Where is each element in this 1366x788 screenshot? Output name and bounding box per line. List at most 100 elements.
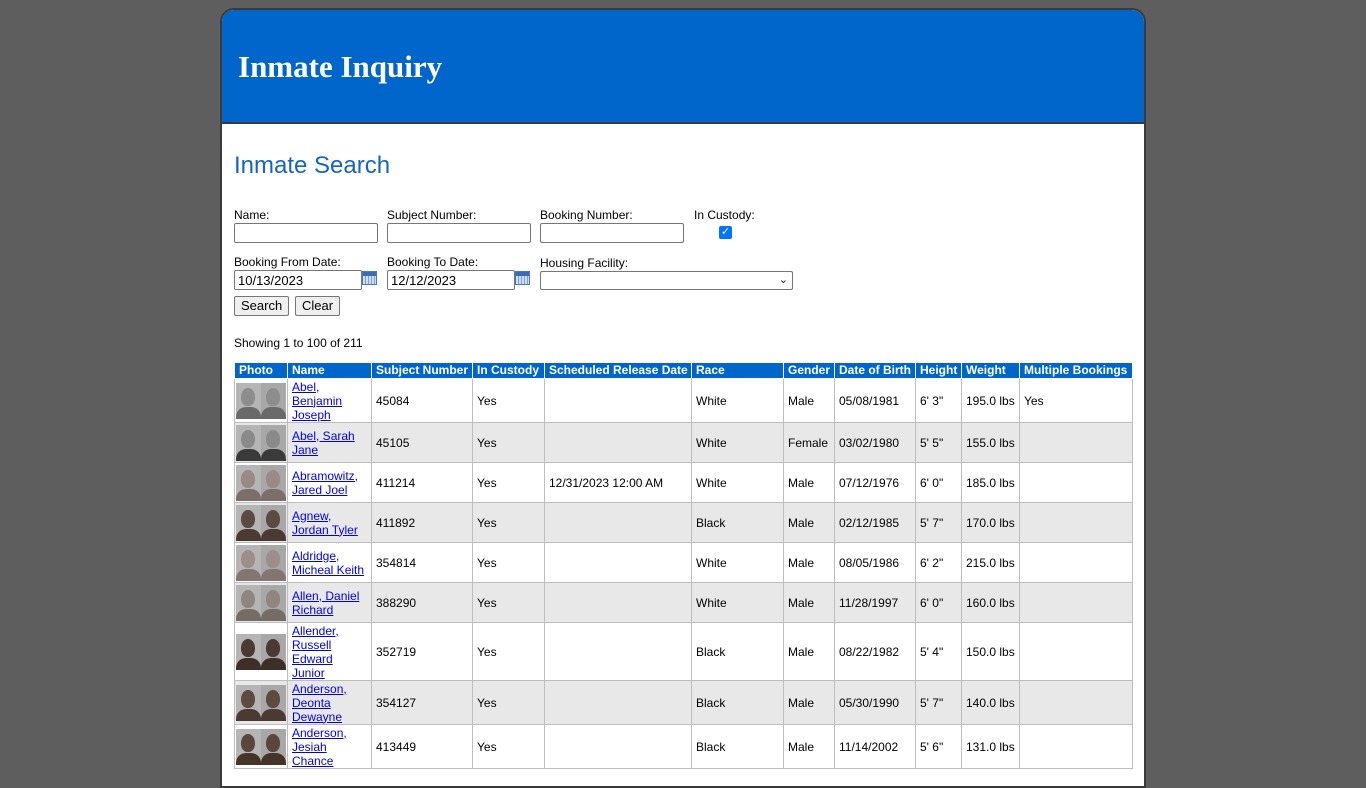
in-custody-cell: Yes — [472, 622, 545, 681]
mugshot-front — [236, 544, 261, 581]
photo-cell — [234, 422, 288, 463]
booking-from-calendar-icon[interactable] — [362, 271, 377, 285]
multiple-bookings-cell — [1019, 422, 1133, 463]
inmate-name-link[interactable]: Abramowitz, Jared Joel — [292, 469, 358, 497]
housing-facility-select[interactable]: ⌄ — [540, 271, 793, 290]
in-custody-cell: Yes — [472, 502, 545, 543]
table-row: Allen, Daniel Richard 388290 Yes White Male 1… — [234, 582, 1133, 623]
name-cell: Anderson, Deonta Dewayne — [287, 680, 372, 725]
race-cell: Black — [691, 680, 784, 725]
column-header-date-of-birth: Date of Birth — [834, 362, 916, 379]
multiple-bookings-cell — [1019, 582, 1133, 623]
dob-cell: 03/02/1980 — [834, 422, 916, 463]
column-header-name: Name — [287, 362, 372, 379]
booking-to-input[interactable] — [387, 270, 515, 290]
name-cell: Aldridge, Micheal Keith — [287, 542, 372, 583]
release-date-cell — [544, 378, 692, 423]
race-cell: White — [691, 542, 784, 583]
in-custody-cell: Yes — [472, 724, 545, 769]
height-cell: 6' 3" — [915, 378, 962, 423]
subject-number-cell: 354127 — [371, 680, 473, 725]
subject-number-cell: 45084 — [371, 378, 473, 423]
subject-number-cell: 354814 — [371, 542, 473, 583]
photo-cell — [234, 724, 288, 769]
inmate-name-link[interactable]: Allender, Russell Edward Junior — [292, 624, 339, 680]
height-cell: 5' 6" — [915, 724, 962, 769]
gender-cell: Male — [783, 680, 835, 725]
in-custody-cell: Yes — [472, 462, 545, 503]
multiple-bookings-cell — [1019, 680, 1133, 725]
mugshot-side — [261, 504, 286, 541]
column-header-photo: Photo — [234, 362, 288, 379]
booking-number-input[interactable] — [540, 223, 684, 243]
weight-cell: 185.0 lbs — [961, 462, 1020, 503]
height-cell: 6' 0" — [915, 582, 962, 623]
release-date-cell — [544, 502, 692, 543]
in-custody-cell: Yes — [472, 378, 545, 423]
weight-cell: 150.0 lbs — [961, 622, 1020, 681]
multiple-bookings-cell — [1019, 502, 1133, 543]
multiple-bookings-cell — [1019, 462, 1133, 503]
column-header-gender: Gender — [783, 362, 835, 379]
multiple-bookings-cell: Yes — [1019, 378, 1133, 423]
dob-cell: 11/14/2002 — [834, 724, 916, 769]
name-label: Name: — [234, 208, 270, 222]
name-input[interactable] — [234, 223, 378, 243]
inmate-name-link[interactable]: Aldridge, Micheal Keith — [292, 549, 364, 577]
booking-number-field-group: Booking Number: — [540, 208, 684, 243]
mugshot-photo[interactable] — [236, 633, 286, 670]
mugshot-front — [236, 728, 261, 765]
height-cell: 6' 0" — [915, 462, 962, 503]
inmate-name-link[interactable]: Abel, Benjamin Joseph — [292, 380, 342, 422]
inmate-name-link[interactable]: Allen, Daniel Richard — [292, 589, 359, 617]
mugshot-side — [261, 584, 286, 621]
inmate-name-link[interactable]: Anderson, Jesiah Chance — [292, 726, 347, 768]
mugshot-side — [261, 382, 286, 419]
height-cell: 6' 2" — [915, 542, 962, 583]
mugshot-photo[interactable] — [236, 728, 286, 765]
weight-cell: 195.0 lbs — [961, 378, 1020, 423]
subject-number-input[interactable] — [387, 223, 531, 243]
mugshot-photo[interactable] — [236, 504, 286, 541]
table-row: Allender, Russell Edward Junior 352719 Yes… — [234, 622, 1133, 681]
booking-from-input[interactable] — [234, 270, 362, 290]
results-table: Photo Name Subject Number In Custody Sch… — [234, 362, 1133, 769]
mugshot-front — [236, 633, 261, 670]
search-button[interactable]: Search — [234, 296, 290, 316]
chevron-down-icon: ⌄ — [778, 274, 788, 286]
booking-to-calendar-icon[interactable] — [515, 271, 530, 285]
inmate-name-link[interactable]: Agnew, Jordan Tyler — [292, 509, 358, 537]
gender-cell: Male — [783, 462, 835, 503]
clear-button[interactable]: Clear — [295, 296, 341, 316]
photo-cell — [234, 582, 288, 623]
name-cell: Anderson, Jesiah Chance — [287, 724, 372, 769]
dob-cell: 11/28/1997 — [834, 582, 916, 623]
in-custody-checkbox[interactable]: ✓ — [719, 226, 732, 239]
name-cell: Allender, Russell Edward Junior — [287, 622, 372, 681]
mugshot-photo[interactable] — [236, 424, 286, 461]
mugshot-side — [261, 633, 286, 670]
inmate-name-link[interactable]: Abel, Sarah Jane — [292, 429, 355, 457]
mugshot-photo[interactable] — [236, 584, 286, 621]
release-date-cell — [544, 542, 692, 583]
dob-cell: 05/08/1981 — [834, 378, 916, 423]
column-header-race: Race — [691, 362, 784, 379]
mugshot-photo[interactable] — [236, 684, 286, 721]
release-date-cell — [544, 724, 692, 769]
mugshot-photo[interactable] — [236, 382, 286, 419]
subject-number-field-group: Subject Number: — [387, 208, 531, 243]
mugshot-photo[interactable] — [236, 464, 286, 501]
inmate-name-link[interactable]: Anderson, Deonta Dewayne — [292, 682, 347, 724]
weight-cell: 131.0 lbs — [961, 724, 1020, 769]
height-cell: 5' 4" — [915, 622, 962, 681]
subject-number-label: Subject Number: — [387, 208, 477, 222]
table-row: Abramowitz, Jared Joel 411214 Yes 12/31/202… — [234, 462, 1133, 503]
race-cell: Black — [691, 724, 784, 769]
release-date-cell — [544, 680, 692, 725]
weight-cell: 155.0 lbs — [961, 422, 1020, 463]
results-header-row: Photo Name Subject Number In Custody Sch… — [234, 362, 1133, 379]
mugshot-side — [261, 684, 286, 721]
photo-cell — [234, 542, 288, 583]
mugshot-photo[interactable] — [236, 544, 286, 581]
table-row: Anderson, Jesiah Chance 413449 Yes Black Mal… — [234, 724, 1133, 769]
